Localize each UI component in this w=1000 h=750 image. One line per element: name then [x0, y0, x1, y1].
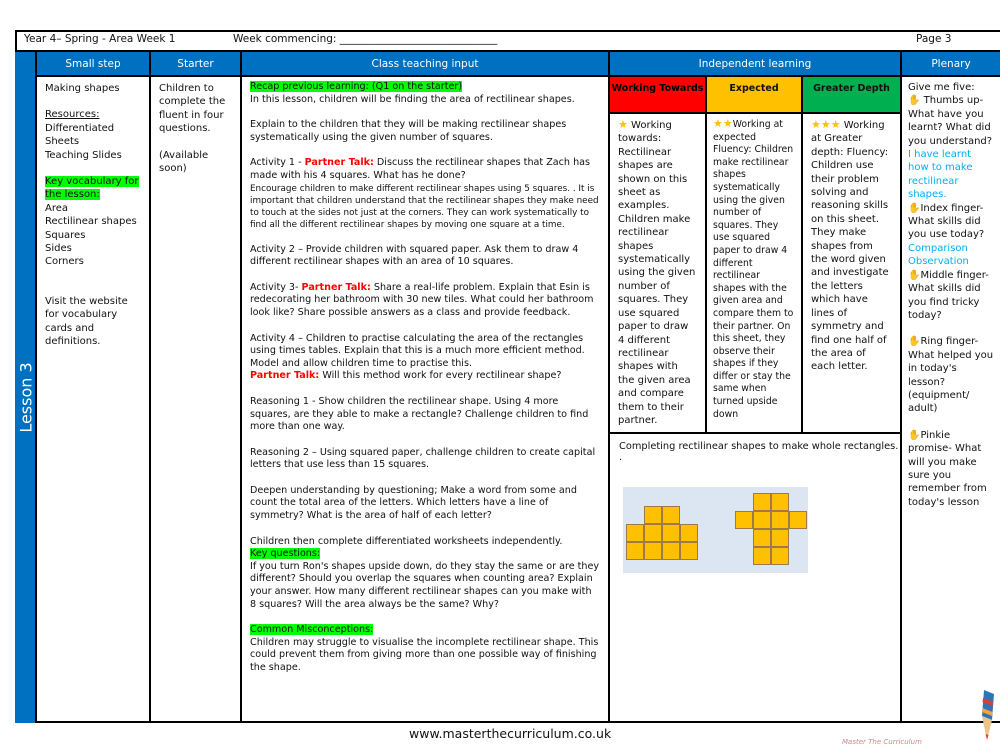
- teaching-explain: Explain to the children that they will b…: [250, 119, 567, 143]
- key-questions: If you turn Ron's shapes upside down, do…: [250, 560, 600, 610]
- shapes-example-box: Completing rectilinear shapes to make wh…: [610, 432, 902, 723]
- resource-item: Differentiated: [45, 122, 115, 134]
- shape-square: [753, 529, 771, 547]
- resource-item: Sheets: [45, 136, 80, 148]
- thumbs-answer: I have learnt how to make rectilinear sh…: [908, 149, 973, 201]
- shapes-caption: Completing rectilinear shapes to make wh…: [619, 441, 899, 463]
- activity-4-talk: Partner Talk: Will this method work for …: [250, 370, 562, 382]
- teaching-intro: In this lesson, children will be finding…: [250, 93, 575, 105]
- vocab-label: the lesson:: [45, 189, 100, 201]
- header-class-teaching: Class teaching input: [242, 52, 610, 77]
- small-step-column: Making shapes Resources: Differentiated …: [37, 77, 151, 723]
- partner-talk-label: Partner Talk:: [250, 370, 320, 382]
- misconceptions-label: Common Misconceptions:: [250, 624, 374, 636]
- hand-icon: ✋: [908, 269, 921, 281]
- class-teaching-column: Recap previous learning: (Q1 on the star…: [242, 77, 610, 723]
- resource-item: Teaching Slides: [45, 149, 122, 161]
- misconceptions: Children may struggle to visualise the i…: [250, 636, 599, 673]
- header-independent: Independent learning: [610, 52, 902, 77]
- website-note: Visit the website for vocabulary cards a…: [45, 295, 128, 348]
- header-starter: Starter: [151, 52, 242, 77]
- activity-1-encourage: Encourage children to make different rec…: [250, 183, 599, 230]
- key-questions-label: Key questions:: [250, 548, 321, 560]
- level-working-towards: Working Towards: [610, 77, 707, 114]
- shape-square: [753, 511, 771, 529]
- index-answer: Comparison Observation: [908, 242, 969, 268]
- shape-square: [680, 542, 698, 560]
- shape-square: [735, 511, 753, 529]
- level-expected: Expected: [707, 77, 803, 114]
- star-icon: ★★: [713, 117, 733, 130]
- hand-icon: ✋: [908, 429, 921, 441]
- activity-4: Activity 4 – Children to practise calcul…: [250, 332, 585, 369]
- vocab-item: Rectilinear shapes: [45, 216, 137, 228]
- reasoning-1: Reasoning 1 - Show children the rectilin…: [250, 395, 589, 433]
- vocab-label: Key vocabulary for: [45, 176, 139, 188]
- pencil-logo-icon: [982, 690, 994, 740]
- plenary-column: Give me five: ✋ Thumbs up- What have you…: [908, 82, 994, 508]
- hand-icon: ✋: [908, 202, 921, 214]
- shape-square: [753, 493, 771, 511]
- star-icon: ★★★: [811, 118, 841, 131]
- shape-square: [771, 511, 789, 529]
- plenary-intro: Give me five:: [908, 82, 975, 93]
- header-plenary: Plenary: [902, 52, 1000, 77]
- lesson-strip: Lesson 3: [15, 52, 37, 723]
- activity-2: Activity 2 – Provide children with squar…: [250, 243, 579, 268]
- small-step-title: Making shapes: [45, 83, 120, 94]
- footer-url[interactable]: www.masterthecurriculum.co.uk: [409, 726, 611, 741]
- shape-square: [644, 542, 662, 560]
- working-towards-text: ★ Working towards: Rectilinear shapes ar…: [610, 114, 707, 432]
- reasoning-2: Reasoning 2 – Using squared paper, chall…: [250, 446, 596, 471]
- header-small-step: Small step: [37, 52, 151, 77]
- vocab-item: Squares: [45, 229, 86, 241]
- page-number: Page 3: [916, 33, 952, 45]
- shape-square: [644, 524, 662, 542]
- hand-icon: ✋: [908, 336, 921, 348]
- expected-text: ★★Working at expected Fluency: Children …: [707, 114, 803, 432]
- resources-label: Resources:: [45, 109, 100, 121]
- worksheets-note: Children then complete differentiated wo…: [250, 535, 563, 547]
- lesson-label: Lesson 3: [16, 362, 36, 433]
- vocab-item: Corners: [45, 256, 84, 268]
- shape-square: [771, 547, 789, 565]
- brand-name: Master The Curriculum: [842, 738, 922, 746]
- shape-square: [662, 506, 680, 524]
- shape-square: [626, 524, 644, 542]
- activity-3: Activity 3- Partner Talk: Share a real-l…: [250, 281, 594, 318]
- shape-square: [771, 493, 789, 511]
- shape-square: [753, 547, 771, 565]
- hand-icon: ✋: [908, 95, 921, 107]
- starter-column: Children to complete the fluent in four …: [151, 77, 242, 723]
- shape-square: [789, 511, 807, 529]
- starter-availability: (Available soon): [159, 149, 209, 175]
- rectilinear-shapes-image: [623, 487, 808, 573]
- partner-talk-label: Partner Talk:: [304, 157, 374, 169]
- shape-square: [680, 524, 698, 542]
- starter-text: Children to complete the fluent in four …: [159, 83, 226, 135]
- recap-label: Recap previous learning: (Q1 on the star…: [250, 81, 463, 92]
- star-icon: ★: [618, 118, 628, 131]
- shape-square: [644, 506, 662, 524]
- shape-square: [771, 529, 789, 547]
- deepen-understanding: Deepen understanding by questioning; Mak…: [250, 484, 577, 522]
- shape-square: [626, 542, 644, 560]
- greater-depth-text: ★★★ Working at Greater depth: Fluency: C…: [803, 114, 902, 432]
- shape-square: [662, 542, 680, 560]
- week-commencing: Week commencing: _______________________…: [233, 33, 498, 45]
- vocab-item: Area: [45, 202, 69, 214]
- vocab-item: Sides: [45, 243, 72, 255]
- activity-1: Activity 1 - Partner Talk: Discuss the r…: [250, 157, 591, 181]
- shape-square: [662, 524, 680, 542]
- level-greater-depth: Greater Depth: [803, 77, 902, 114]
- plan-title: Year 4– Spring - Area Week 1: [24, 33, 176, 45]
- top-bar: Year 4– Spring - Area Week 1 Week commen…: [15, 30, 1000, 52]
- partner-talk-label: Partner Talk:: [301, 281, 371, 293]
